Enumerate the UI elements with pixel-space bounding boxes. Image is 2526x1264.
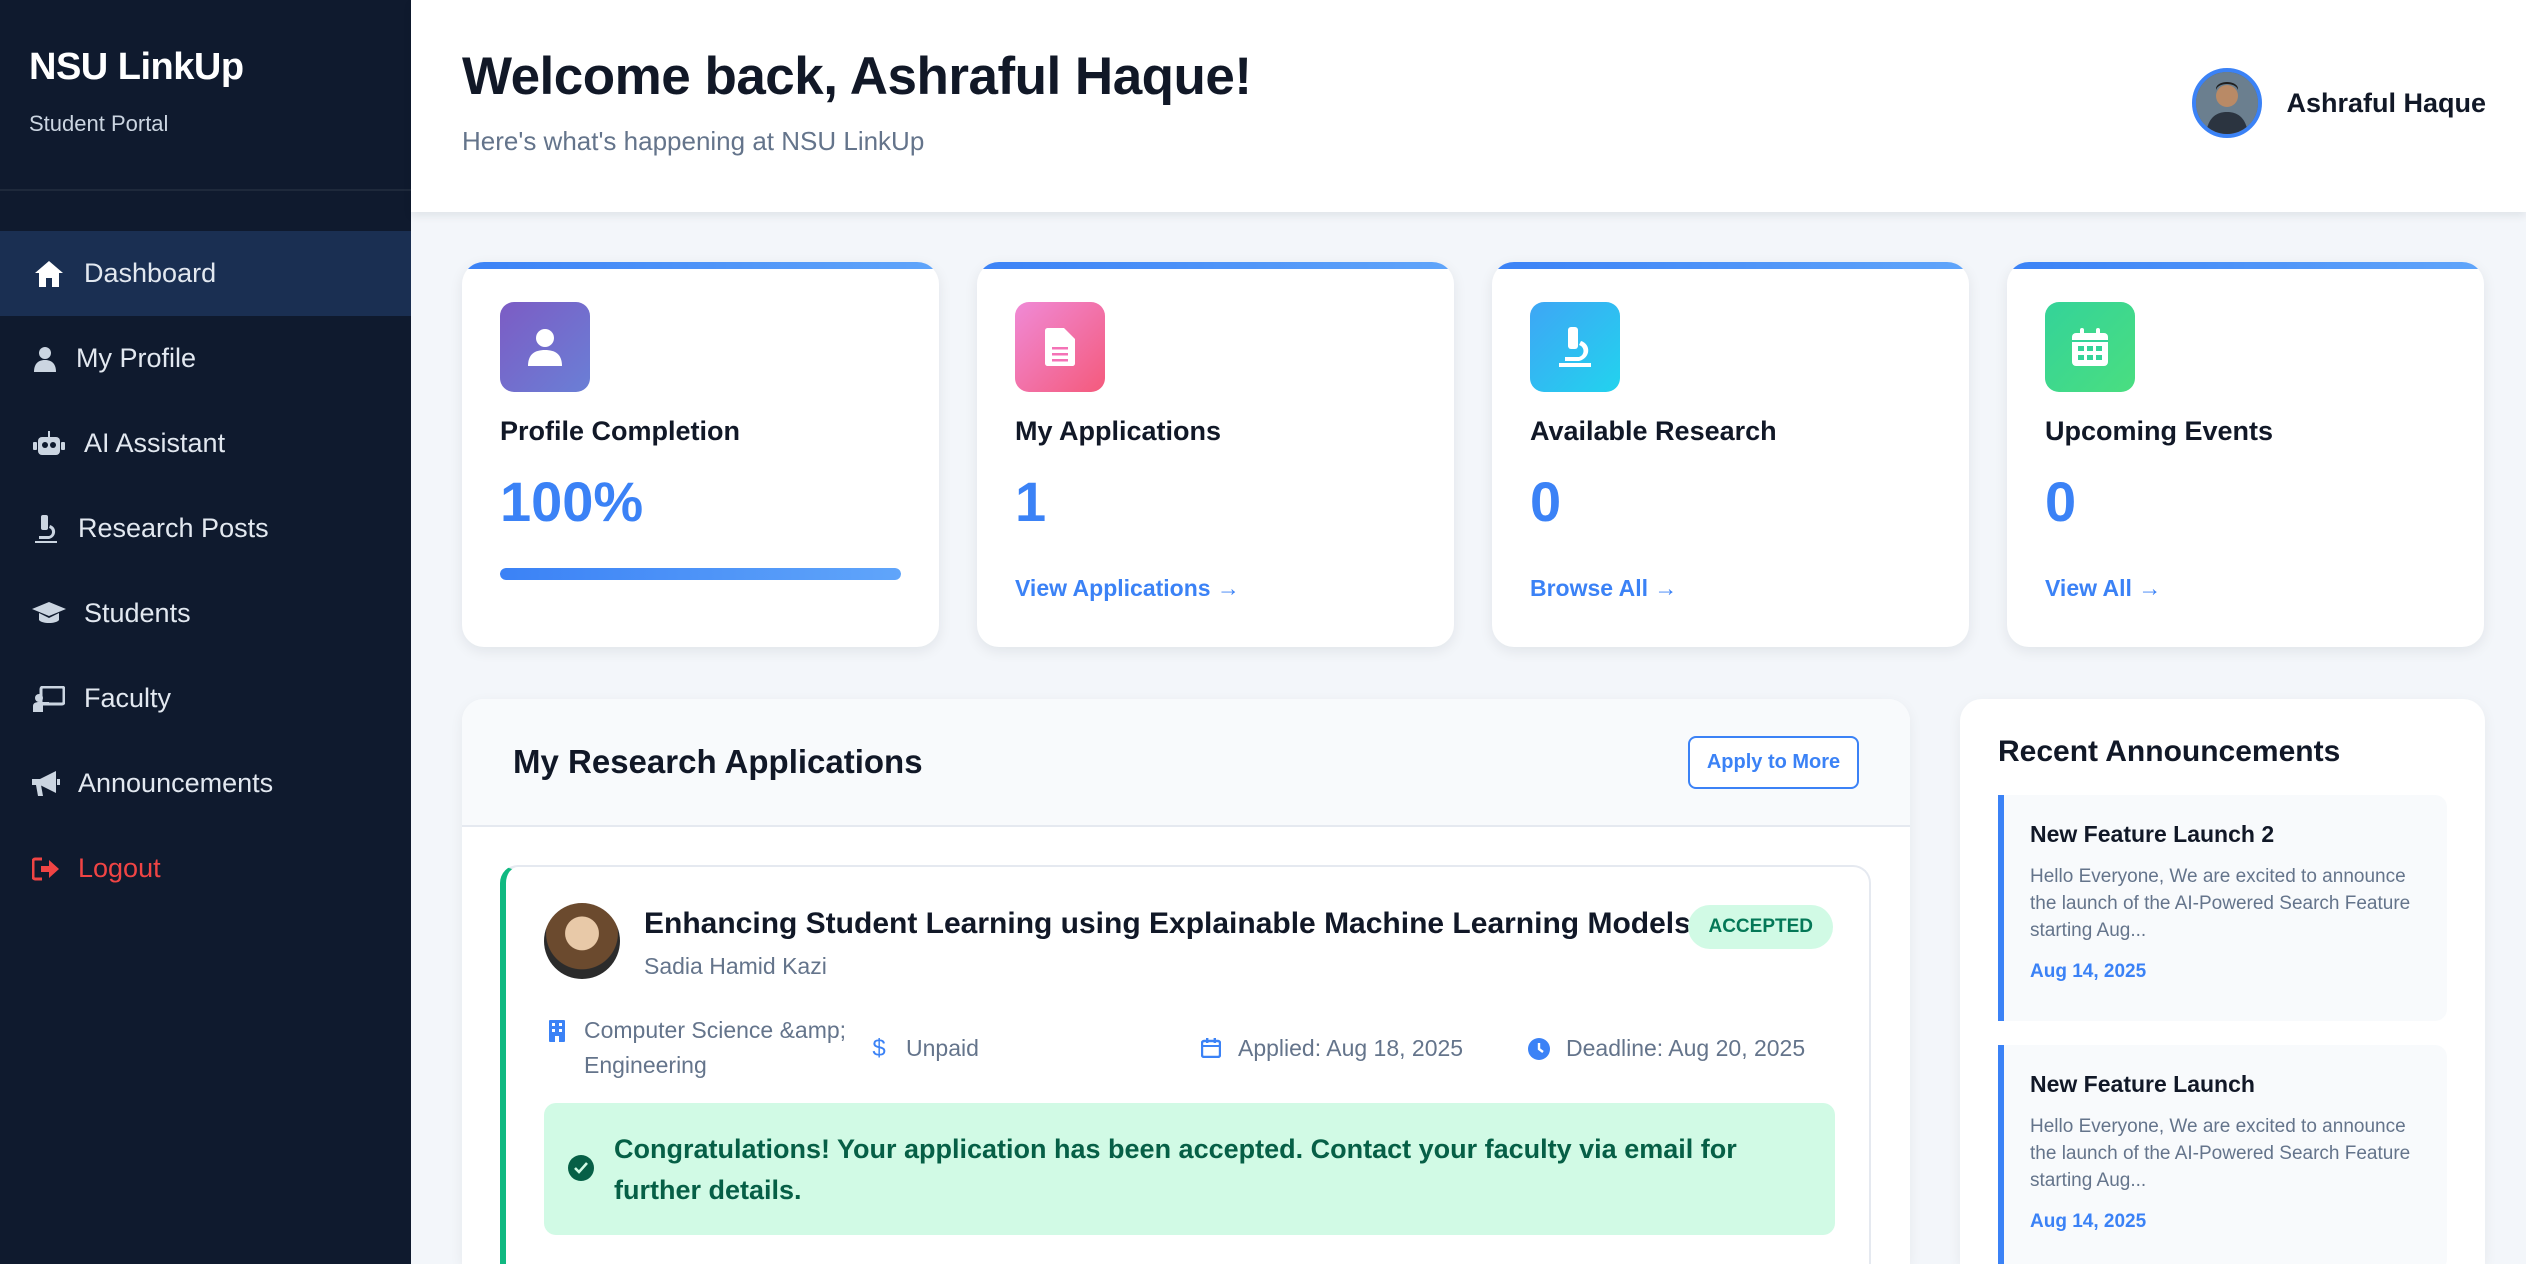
applied-meta: Applied: Aug 18, 2025 [1198,1031,1463,1066]
announcement-body: Hello Everyone, We are excited to announ… [2030,1116,2411,1191]
sidebar-item-my-profile[interactable]: My Profile [0,316,411,401]
stat-card-profile-completion: Profile Completion 100% [462,262,939,647]
profile-progress-bar [500,568,901,580]
sidebar-nav: Dashboard My Profile AI Assistant Resear… [0,231,411,911]
user-icon [500,302,590,392]
announcement-date: Aug 14, 2025 [2030,1211,2147,1232]
stat-title: Profile Completion [500,416,741,446]
stat-value: 1 [1015,470,1047,533]
check-circle-icon [568,1155,594,1181]
department-meta: Computer Science &amp; Engineering [544,1013,846,1083]
sidebar-item-ai-assistant[interactable]: AI Assistant [0,401,411,486]
announcement-body: Hello Everyone, We are excited to announ… [2030,866,2411,941]
logout-icon [32,852,60,886]
acceptance-text: Congratulations! Your application has be… [614,1134,1737,1205]
announcement-date: Aug 14, 2025 [2030,961,2147,982]
sidebar-item-label: Logout [78,853,161,883]
department-text: Computer Science &amp; Engineering [584,1013,846,1083]
research-applications-panel: My Research Applications Apply to More E… [462,699,1910,1264]
apply-to-more-button[interactable]: Apply to More [1688,736,1859,789]
progress-fill [500,568,901,580]
brand: NSU LinkUp Student Portal [0,0,411,191]
calendar-icon [2045,302,2135,392]
stat-title: My Applications [1015,416,1222,446]
page-subtitle: Here's what's happening at NSU LinkUp [462,126,925,156]
view-all-events-link[interactable]: View All → [2045,575,2161,602]
microscope-icon [32,512,60,546]
graduation-cap-icon [32,597,66,631]
user-icon [32,342,58,376]
announcement-title: New Feature Launch 2 [2030,821,2275,847]
application-card[interactable]: Enhancing Student Learning using Explain… [500,865,1871,1264]
stat-value: 0 [1530,470,1562,533]
sidebar-item-label: Announcements [78,768,274,798]
panel-header: My Research Applications Apply to More [462,699,1910,827]
sidebar-item-label: AI Assistant [84,428,226,458]
payment-meta: $ Unpaid [866,1031,979,1066]
page-header: Welcome back, Ashraful Haque! Here's wha… [411,0,2526,212]
sidebar-item-label: Faculty [84,683,172,713]
home-icon [32,257,66,291]
announcement-item[interactable]: New Feature Launch Hello Everyone, We ar… [1998,1045,2447,1264]
deadline-meta: Deadline: Aug 20, 2025 [1526,1031,1805,1066]
sidebar-item-logout[interactable]: Logout [0,826,411,911]
sidebar-item-dashboard[interactable]: Dashboard [0,231,411,316]
sidebar-item-label: Research Posts [78,513,269,543]
chalkboard-teacher-icon [32,682,66,716]
robot-icon [32,427,66,461]
building-icon [544,1013,570,1042]
recent-announcements-panel: Recent Announcements New Feature Launch … [1960,699,2485,1264]
payment-text: Unpaid [906,1035,979,1061]
brand-title: NSU LinkUp [29,46,244,88]
applied-date: Applied: Aug 18, 2025 [1238,1035,1464,1061]
stat-title: Available Research [1530,416,1777,446]
view-applications-link[interactable]: View Applications → [1015,575,1240,602]
user-name: Ashraful Haque [2286,87,2486,118]
department-line-2: Engineering [584,1052,707,1078]
department-line-1: Computer Science &amp; [584,1017,847,1043]
sidebar-item-research-posts[interactable]: Research Posts [0,486,411,571]
panel-title: My Research Applications [513,743,923,780]
page-title: Welcome back, Ashraful Haque! [462,47,1252,106]
stat-value: 0 [2045,470,2077,533]
calendar-icon [1198,1031,1224,1058]
sidebar-item-label: Students [84,598,191,628]
deadline-date: Deadline: Aug 20, 2025 [1566,1035,1806,1061]
stat-value: 100% [500,470,644,533]
status-badge: ACCEPTED [1688,905,1833,949]
sidebar: NSU LinkUp Student Portal Dashboard My P… [0,0,411,1264]
announcement-item[interactable]: New Feature Launch 2 Hello Everyone, We … [1998,795,2447,1021]
sidebar-item-students[interactable]: Students [0,571,411,656]
stat-title: Upcoming Events [2045,416,2274,446]
sidebar-item-faculty[interactable]: Faculty [0,656,411,741]
sidebar-item-label: Dashboard [84,258,217,288]
panel-title: Recent Announcements [1998,735,2341,768]
brand-subtitle: Student Portal [29,111,169,136]
microscope-icon [1530,302,1620,392]
clock-icon [1526,1031,1552,1060]
user-menu[interactable]: Ashraful Haque [2192,68,2486,138]
announcement-title: New Feature Launch [2030,1071,2255,1097]
file-icon [1015,302,1105,392]
avatar [2192,68,2263,138]
browse-all-link[interactable]: Browse All → [1530,575,1677,602]
stat-card-my-applications: My Applications 1 View Applications → [977,262,1454,647]
stat-card-available-research: Available Research 0 Browse All → [1492,262,1969,647]
faculty-name: Sadia Hamid Kazi [644,953,827,979]
dollar-icon: $ [872,1035,886,1062]
stat-card-upcoming-events: Upcoming Events 0 View All → [2007,262,2484,647]
megaphone-icon [32,767,60,801]
application-title[interactable]: Enhancing Student Learning using Explain… [644,907,1691,941]
sidebar-item-announcements[interactable]: Announcements [0,741,411,826]
acceptance-message: Congratulations! Your application has be… [544,1103,1835,1235]
sidebar-item-label: My Profile [76,343,197,373]
faculty-avatar [544,903,620,979]
